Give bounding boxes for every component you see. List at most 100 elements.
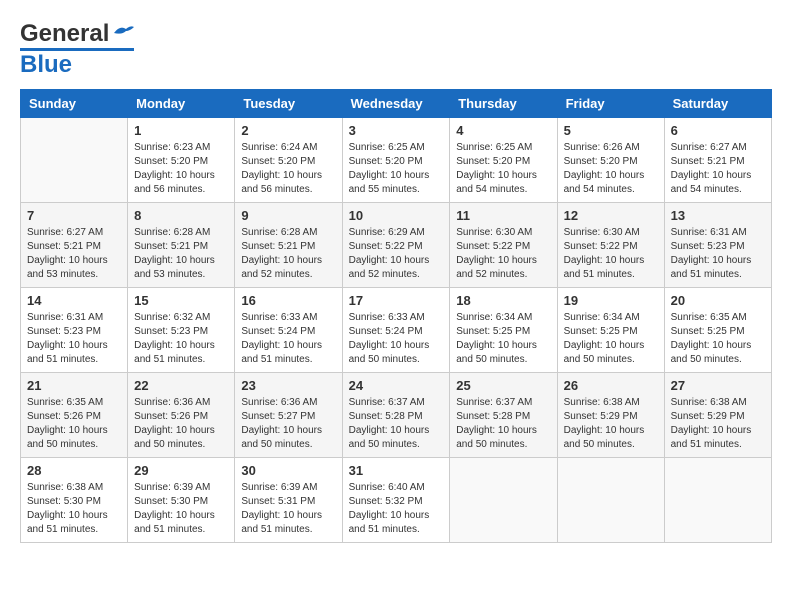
day-info: Sunrise: 6:33 AMSunset: 5:24 PMDaylight:… — [241, 311, 335, 367]
calendar-cell: 8 Sunrise: 6:28 AMSunset: 5:21 PMDaylight… — [128, 203, 235, 288]
calendar-cell: 14 Sunrise: 6:31 AMSunset: 5:23 PMDayligh… — [21, 288, 128, 373]
day-header-friday: Friday — [557, 90, 664, 118]
day-number: 28 — [27, 463, 121, 478]
calendar-cell: 19Sunrise: 6:34 AMSunset: 5:25 PMDayligh… — [557, 288, 664, 373]
day-number: 17 — [349, 293, 444, 308]
calendar-table: SundayMondayTuesdayWednesdayThursdayFrid… — [20, 89, 772, 543]
day-number: 6 — [671, 123, 765, 138]
day-number: 11 — [456, 208, 550, 223]
logo-general-text: General — [20, 20, 109, 48]
day-info: Sunrise: 6:32 AMSunset: 5:23 PMDaylight:… — [134, 311, 228, 367]
calendar-header-row: SundayMondayTuesdayWednesdayThursdayFrid… — [21, 90, 772, 118]
day-number: 25 — [456, 378, 550, 393]
calendar-cell — [21, 118, 128, 203]
calendar-cell — [557, 458, 664, 543]
calendar-cell: 16Sunrise: 6:33 AMSunset: 5:24 PMDayligh… — [235, 288, 342, 373]
day-info: Sunrise: 6:39 AMSunset: 5:31 PMDaylight:… — [241, 481, 335, 537]
day-info: Sunrise: 6:31 AMSunset: 5:23 PMDaylight:… — [671, 226, 765, 282]
day-number: 26 — [564, 378, 658, 393]
day-number: 12 — [564, 208, 658, 223]
day-number: 30 — [241, 463, 335, 478]
day-number: 10 — [349, 208, 444, 223]
day-info: Sunrise: 6:35 AMSunset: 5:25 PMDaylight:… — [671, 311, 765, 367]
logo-blue-text: Blue — [20, 51, 72, 78]
day-info: Sunrise: 6:38 AMSunset: 5:29 PMDaylight:… — [671, 396, 765, 452]
calendar-cell: 26 Sunrise: 6:38 AMSunset: 5:29 PMDayligh… — [557, 373, 664, 458]
day-number: 1 — [134, 123, 228, 138]
calendar-week-row: 1 Sunrise: 6:23 AMSunset: 5:20 PMDaylight… — [21, 118, 772, 203]
day-info: Sunrise: 6:38 AMSunset: 5:29 PMDaylight:… — [564, 396, 658, 452]
day-info: Sunrise: 6:24 AMSunset: 5:20 PMDaylight:… — [241, 141, 335, 197]
day-info: Sunrise: 6:27 AMSunset: 5:21 PMDaylight:… — [671, 141, 765, 197]
day-info: Sunrise: 6:35 AMSunset: 5:26 PMDaylight:… — [27, 396, 121, 452]
day-header-monday: Monday — [128, 90, 235, 118]
day-number: 13 — [671, 208, 765, 223]
day-number: 15 — [134, 293, 228, 308]
calendar-week-row: 21 Sunrise: 6:35 AMSunset: 5:26 PMDayligh… — [21, 373, 772, 458]
day-info: Sunrise: 6:30 AMSunset: 5:22 PMDaylight:… — [564, 226, 658, 282]
calendar-cell: 25 Sunrise: 6:37 AMSunset: 5:28 PMDayligh… — [450, 373, 557, 458]
day-number: 21 — [27, 378, 121, 393]
calendar-cell: 3Sunrise: 6:25 AMSunset: 5:20 PMDaylight… — [342, 118, 450, 203]
day-info: Sunrise: 6:23 AMSunset: 5:20 PMDaylight:… — [134, 141, 228, 197]
day-number: 5 — [564, 123, 658, 138]
calendar-cell: 18 Sunrise: 6:34 AMSunset: 5:25 PMDayligh… — [450, 288, 557, 373]
day-info: Sunrise: 6:25 AMSunset: 5:20 PMDaylight:… — [456, 141, 550, 197]
calendar-cell: 23 Sunrise: 6:36 AMSunset: 5:27 PMDayligh… — [235, 373, 342, 458]
calendar-cell: 22 Sunrise: 6:36 AMSunset: 5:26 PMDayligh… — [128, 373, 235, 458]
calendar-cell: 20Sunrise: 6:35 AMSunset: 5:25 PMDayligh… — [664, 288, 771, 373]
calendar-cell: 13 Sunrise: 6:31 AMSunset: 5:23 PMDayligh… — [664, 203, 771, 288]
logo: General Blue — [20, 20, 134, 79]
day-number: 9 — [241, 208, 335, 223]
day-info: Sunrise: 6:26 AMSunset: 5:20 PMDaylight:… — [564, 141, 658, 197]
calendar-week-row: 14 Sunrise: 6:31 AMSunset: 5:23 PMDayligh… — [21, 288, 772, 373]
day-info: Sunrise: 6:34 AMSunset: 5:25 PMDaylight:… — [456, 311, 550, 367]
calendar-cell: 17 Sunrise: 6:33 AMSunset: 5:24 PMDayligh… — [342, 288, 450, 373]
day-info: Sunrise: 6:40 AMSunset: 5:32 PMDaylight:… — [349, 481, 444, 537]
day-number: 8 — [134, 208, 228, 223]
page-header: General Blue — [20, 20, 772, 79]
calendar-cell: 1 Sunrise: 6:23 AMSunset: 5:20 PMDaylight… — [128, 118, 235, 203]
day-header-thursday: Thursday — [450, 90, 557, 118]
day-info: Sunrise: 6:31 AMSunset: 5:23 PMDaylight:… — [27, 311, 121, 367]
day-header-tuesday: Tuesday — [235, 90, 342, 118]
day-number: 18 — [456, 293, 550, 308]
calendar-cell: 9Sunrise: 6:28 AMSunset: 5:21 PMDaylight… — [235, 203, 342, 288]
day-number: 4 — [456, 123, 550, 138]
day-number: 7 — [27, 208, 121, 223]
day-info: Sunrise: 6:25 AMSunset: 5:20 PMDaylight:… — [349, 141, 444, 197]
calendar-cell: 10 Sunrise: 6:29 AMSunset: 5:22 PMDayligh… — [342, 203, 450, 288]
calendar-cell: 27 Sunrise: 6:38 AMSunset: 5:29 PMDayligh… — [664, 373, 771, 458]
calendar-cell: 6 Sunrise: 6:27 AMSunset: 5:21 PMDaylight… — [664, 118, 771, 203]
logo-bird-icon — [112, 23, 134, 41]
calendar-cell: 4 Sunrise: 6:25 AMSunset: 5:20 PMDaylight… — [450, 118, 557, 203]
day-number: 24 — [349, 378, 444, 393]
day-info: Sunrise: 6:36 AMSunset: 5:26 PMDaylight:… — [134, 396, 228, 452]
calendar-cell: 15 Sunrise: 6:32 AMSunset: 5:23 PMDayligh… — [128, 288, 235, 373]
day-number: 19 — [564, 293, 658, 308]
day-info: Sunrise: 6:39 AMSunset: 5:30 PMDaylight:… — [134, 481, 228, 537]
day-info: Sunrise: 6:33 AMSunset: 5:24 PMDaylight:… — [349, 311, 444, 367]
day-header-wednesday: Wednesday — [342, 90, 450, 118]
calendar-cell: 11 Sunrise: 6:30 AMSunset: 5:22 PMDayligh… — [450, 203, 557, 288]
day-info: Sunrise: 6:36 AMSunset: 5:27 PMDaylight:… — [241, 396, 335, 452]
day-number: 27 — [671, 378, 765, 393]
day-info: Sunrise: 6:27 AMSunset: 5:21 PMDaylight:… — [27, 226, 121, 282]
calendar-cell — [664, 458, 771, 543]
calendar-cell: 5 Sunrise: 6:26 AMSunset: 5:20 PMDaylight… — [557, 118, 664, 203]
day-info: Sunrise: 6:28 AMSunset: 5:21 PMDaylight:… — [134, 226, 228, 282]
day-info: Sunrise: 6:30 AMSunset: 5:22 PMDaylight:… — [456, 226, 550, 282]
day-info: Sunrise: 6:37 AMSunset: 5:28 PMDaylight:… — [456, 396, 550, 452]
day-info: Sunrise: 6:37 AMSunset: 5:28 PMDaylight:… — [349, 396, 444, 452]
day-info: Sunrise: 6:38 AMSunset: 5:30 PMDaylight:… — [27, 481, 121, 537]
calendar-cell: 7 Sunrise: 6:27 AMSunset: 5:21 PMDaylight… — [21, 203, 128, 288]
day-number: 22 — [134, 378, 228, 393]
day-header-saturday: Saturday — [664, 90, 771, 118]
day-number: 2 — [241, 123, 335, 138]
day-info: Sunrise: 6:29 AMSunset: 5:22 PMDaylight:… — [349, 226, 444, 282]
calendar-week-row: 7 Sunrise: 6:27 AMSunset: 5:21 PMDaylight… — [21, 203, 772, 288]
day-number: 14 — [27, 293, 121, 308]
day-number: 23 — [241, 378, 335, 393]
calendar-cell: 31Sunrise: 6:40 AMSunset: 5:32 PMDayligh… — [342, 458, 450, 543]
calendar-cell — [450, 458, 557, 543]
